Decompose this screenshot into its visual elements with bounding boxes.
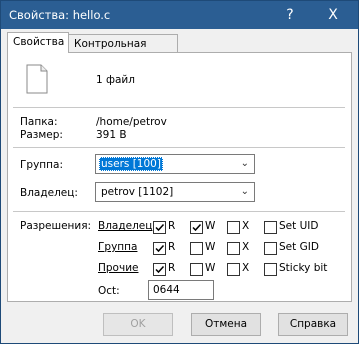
folder-value: /home/petrov [96,116,167,128]
perm-checkbox-label: X [242,241,250,253]
perm-checkbox-label: W [205,220,216,232]
help-button[interactable]: Справка [278,313,348,336]
perm-checkbox-label: Sticky bit [279,262,328,274]
perm-checkbox-x[interactable] [227,263,240,276]
group-select[interactable]: users [100] ⌄ [95,154,255,174]
size-value: 391 B [96,129,127,141]
perm-checkbox-label: X [242,262,250,274]
perm-checkbox-special[interactable] [264,263,277,276]
size-label: Размер: [20,129,63,141]
perm-row-label: Владелец [98,220,153,232]
separator [13,147,345,148]
perm-checkbox-r[interactable] [153,221,166,234]
group-label: Группа: [20,159,63,171]
perm-checkbox-r[interactable] [153,263,166,276]
perm-checkbox-label: R [168,220,176,232]
close-icon[interactable]: X [323,1,343,29]
perm-checkbox-x[interactable] [227,221,240,234]
file-icon [26,64,48,94]
group-select-value: users [100] [99,157,163,171]
perm-checkbox-r[interactable] [153,242,166,255]
perm-checkbox-w[interactable] [190,263,203,276]
owner-select-value: petrov [1102] [101,186,174,198]
perm-checkbox-label: Set UID [279,220,319,232]
perm-checkbox-label: R [168,262,176,274]
help-icon[interactable]: ? [282,1,298,29]
perm-checkbox-w[interactable] [190,242,203,255]
perm-row-label: Группа [98,241,138,253]
file-count: 1 файл [96,74,135,86]
owner-select[interactable]: petrov [1102] ⌄ [95,182,255,202]
folder-label: Папка: [20,116,58,128]
ok-button[interactable]: OK [103,313,173,336]
perm-checkbox-w[interactable] [190,221,203,234]
perm-checkbox-x[interactable] [227,242,240,255]
perm-checkbox-label: X [242,220,250,232]
octal-label: Oct: [98,285,120,297]
window-title: Свойства: hello.c [9,8,111,22]
perm-checkbox-special[interactable] [264,221,277,234]
perm-checkbox-label: W [205,262,216,274]
owner-label: Владелец: [20,187,78,199]
perm-checkbox-label: R [168,241,176,253]
cancel-button[interactable]: Отмена [191,313,261,336]
chevron-down-icon: ⌄ [240,158,249,169]
octal-input[interactable]: 0644 [148,280,214,300]
chevron-down-icon: ⌄ [240,186,249,197]
tab-strip: Свойства Контрольная сумма [1,29,358,68]
tab-checksum[interactable]: Контрольная сумма [68,34,178,68]
permissions-label: Разрешения: [20,220,92,232]
perm-checkbox-label: Set GID [279,241,319,253]
separator [13,211,345,212]
tab-properties[interactable]: Свойства [7,32,69,53]
perm-row-label: Прочие [98,262,139,274]
perm-checkbox-label: W [205,241,216,253]
title-bar[interactable]: Свойства: hello.c ? X [1,1,358,29]
properties-dialog: Свойства: hello.c ? X Свойства Контрольн… [0,0,359,344]
separator [13,107,345,108]
perm-checkbox-special[interactable] [264,242,277,255]
